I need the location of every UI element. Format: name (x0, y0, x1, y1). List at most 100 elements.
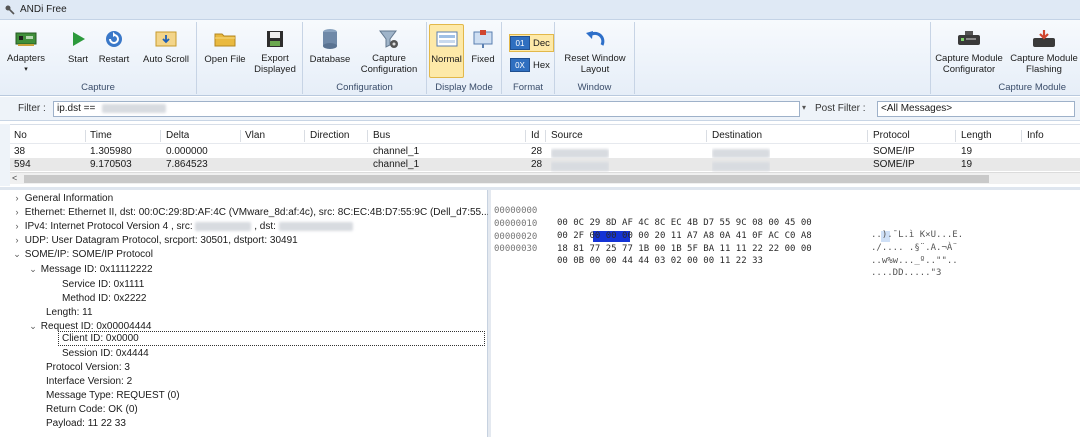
capture-group-label: Capture (81, 82, 115, 93)
adapters-button[interactable]: Adapters ▾ (6, 24, 46, 76)
hex-row[interactable]: 00000000 00 0C 29 8D AF 4C 8C EC 4B D7 5… (491, 193, 1080, 240)
tree-node-interface-version[interactable]: Interface Version: 2 (46, 375, 132, 388)
network-card-icon (13, 27, 39, 50)
display-mode-group: Normal Fixed Display Mode (427, 22, 502, 94)
expand-arrow-icon[interactable]: › (12, 220, 22, 233)
post-filter-select[interactable]: <All Messages> (877, 101, 1075, 117)
filter-dropdown-arrow-icon[interactable]: ▾ (802, 103, 806, 112)
app-logo-icon (5, 5, 15, 15)
database-button[interactable]: Database (307, 24, 353, 76)
tree-node-label: Service ID: 0x1111 (62, 279, 145, 290)
horizontal-scrollbar[interactable]: < (10, 172, 1080, 184)
table-row[interactable]: 594 9.170503 7.864523 channel_1 28 SOME/… (10, 158, 1080, 171)
column-header[interactable]: Bus (373, 128, 390, 144)
ribbon-toolbar: Adapters ▾ Start Restart Auto Scroll Cap… (0, 20, 1080, 96)
play-icon (65, 27, 91, 51)
tree-node-length[interactable]: Length: 11 (46, 306, 93, 319)
tree-node-general[interactable]: › General Information (12, 192, 114, 205)
column-header[interactable]: Source (551, 128, 583, 144)
capture-module-group-label: Capture Module (998, 82, 1066, 93)
hex-dump-view[interactable]: 00000000 00 0C 29 8D AF 4C 8C EC 4B D7 5… (491, 190, 1080, 437)
tree-node-message-id[interactable]: ⌄ Message ID: 0x11112222 (28, 263, 152, 276)
column-header[interactable]: Time (90, 128, 112, 144)
column-header[interactable]: Vlan (245, 128, 265, 144)
tree-node-label: Message Type: REQUEST (0) (46, 390, 180, 401)
flash-device-icon (1031, 27, 1057, 50)
column-header[interactable]: Length (961, 128, 992, 144)
packet-list-header: No Time Delta Vlan Direction Bus Id Sour… (10, 128, 1080, 144)
column-header[interactable]: Delta (166, 128, 189, 144)
tree-node-return-code[interactable]: Return Code: OK (0) (46, 403, 138, 416)
normal-mode-button[interactable]: Normal (429, 24, 464, 78)
capture-module-configurator-button[interactable]: Capture Module Configurator (933, 24, 1005, 76)
hex-row[interactable]: 00000010 00 2F 00 00 00 00 20 11 A7 A8 0… (491, 206, 1080, 253)
table-row[interactable]: 38 1.305980 0.000000 channel_1 28 SOME/I… (10, 145, 1080, 158)
configuration-group: Database Capture Configuration Configura… (303, 22, 427, 94)
open-file-label: Open File (204, 54, 246, 65)
hex-ascii: ./.... .§¨.A.¬À¨ (871, 243, 958, 253)
export-label-line2: Displayed (254, 64, 296, 75)
hex-row[interactable]: 00000030 00 0B 00 00 44 44 03 02 00 00 1… (491, 231, 1080, 278)
fixed-mode-button[interactable]: Fixed (467, 24, 499, 76)
title-bar: ANDi Free (0, 0, 1080, 20)
collapse-arrow-icon[interactable]: ⌄ (12, 248, 22, 261)
normal-layout-icon (434, 27, 460, 51)
tree-node-message-type[interactable]: Message Type: REQUEST (0) (46, 389, 180, 402)
tree-node-udp[interactable]: › UDP: User Datagram Protocol, srcport: … (12, 234, 298, 247)
adapters-label: Adapters (6, 53, 46, 64)
column-header[interactable]: Destination (712, 128, 762, 144)
restart-button[interactable]: Restart (96, 24, 132, 76)
scrollbar-thumb[interactable] (24, 175, 989, 183)
start-button[interactable]: Start (64, 24, 92, 76)
tree-node-label: Request ID: 0x00004444 (40, 321, 152, 332)
hex-row[interactable]: 00000020 18 81 77 25 77 1B 00 1B 5F BA 1… (491, 219, 1080, 266)
tree-node-label: Interface Version: 2 (46, 376, 133, 387)
capture-module-flashing-button[interactable]: Capture Module Flashing (1009, 24, 1079, 76)
hex-format-button[interactable]: 0X Hex (510, 56, 550, 74)
column-header[interactable]: Info (1027, 128, 1044, 144)
hex-label: Hex (533, 59, 550, 71)
tree-node-protocol-version[interactable]: Protocol Version: 3 (46, 361, 130, 374)
undo-arrow-icon (582, 27, 608, 50)
tree-node-payload[interactable]: Payload: 11 22 33 (46, 417, 126, 430)
restart-label: Restart (98, 54, 130, 65)
tree-node-client-id[interactable]: Client ID: 0x0000 (58, 331, 485, 346)
tree-node-label: Session ID: 0x4444 (62, 348, 149, 359)
export-label-line1: Export (261, 53, 289, 64)
auto-scroll-icon (153, 27, 179, 51)
expand-arrow-icon[interactable]: › (12, 206, 22, 219)
column-header[interactable]: Id (531, 128, 539, 144)
cell-length: 19 (961, 146, 973, 157)
capture-configuration-button[interactable]: Capture Configuration (357, 24, 421, 76)
auto-scroll-button[interactable]: Auto Scroll (140, 24, 192, 76)
tree-node-ethernet[interactable]: › Ethernet: Ethernet II, dst: 00:0C:29:8… (12, 206, 490, 219)
cell-bus: channel_1 (373, 159, 420, 170)
reset-window-layout-button[interactable]: Reset Window Layout (561, 24, 629, 76)
scroll-left-icon[interactable]: < (12, 173, 17, 183)
flashing-label-line2: Flashing (1026, 64, 1062, 75)
column-header[interactable]: Direction (310, 128, 349, 144)
capture-config-label-line2: Configuration (360, 64, 418, 75)
tree-node-ipv4[interactable]: › IPv4: Internet Protocol Version 4 , sr… (12, 220, 353, 233)
database-label: Database (309, 54, 351, 65)
dec-format-button[interactable]: 01 Dec (509, 34, 554, 52)
open-file-button[interactable]: Open File (203, 24, 247, 76)
expand-arrow-icon[interactable]: › (12, 234, 22, 247)
tree-node-label: Length: 11 (46, 307, 93, 318)
column-header[interactable]: No (14, 128, 27, 144)
hex-bytes: 00 0B 00 00 44 44 03 02 00 00 11 22 33 (557, 256, 763, 266)
hex-offset: 00000030 (494, 244, 538, 254)
filter-input[interactable]: ip.dst == (53, 101, 800, 117)
tree-node-someip[interactable]: ⌄ SOME/IP: SOME/IP Protocol (12, 248, 153, 261)
display-mode-group-label: Display Mode (435, 82, 493, 93)
collapse-arrow-icon[interactable]: ⌄ (28, 320, 38, 333)
expand-arrow-icon[interactable]: › (12, 192, 22, 205)
export-displayed-button[interactable]: Export Displayed (251, 24, 299, 76)
tree-node-service-id[interactable]: Service ID: 0x1111 (62, 278, 144, 291)
hardware-device-icon (956, 27, 982, 50)
column-header[interactable]: Protocol (873, 128, 910, 144)
tree-node-method-id[interactable]: Method ID: 0x2222 (62, 292, 147, 305)
tree-node-session-id[interactable]: Session ID: 0x4444 (62, 347, 149, 360)
collapse-arrow-icon[interactable]: ⌄ (28, 263, 38, 276)
hex-chip-icon: 0X (510, 58, 530, 72)
